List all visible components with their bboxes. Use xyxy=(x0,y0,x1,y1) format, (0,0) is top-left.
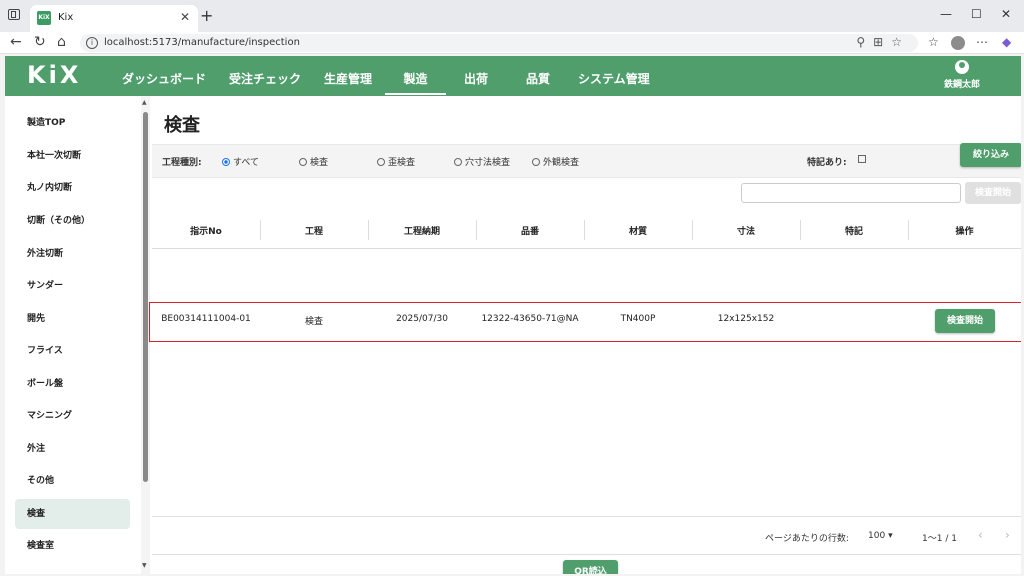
nav-shipping[interactable]: 出荷 xyxy=(464,70,488,87)
user-menu[interactable]: 鉄鋼太郎 xyxy=(937,60,987,90)
back-icon[interactable]: ← xyxy=(10,34,22,50)
nav-order-check[interactable]: 受注チェック xyxy=(229,70,301,87)
scroll-up-icon[interactable]: ▲ xyxy=(142,99,147,106)
url-field[interactable]: i localhost:5173/manufacture/inspection … xyxy=(80,34,918,52)
search-input[interactable] xyxy=(741,183,961,203)
sidebar-item-inspection-room[interactable]: 検査室 xyxy=(15,531,130,561)
filter-bar: 工程種別: すべて 検査 歪検査 穴寸法検査 外観検査 特記あり: xyxy=(152,144,1021,178)
prev-page-icon[interactable]: ‹ xyxy=(978,528,983,542)
nav-quality[interactable]: 品質 xyxy=(526,70,550,87)
radio-label: 検査 xyxy=(310,158,329,168)
app-logo[interactable]: KiX xyxy=(27,61,81,89)
col-header-size: 寸法 xyxy=(736,227,755,237)
process-type-label: 工程種別: xyxy=(162,158,202,168)
special-note-checkbox[interactable] xyxy=(858,155,866,163)
address-bar: ← ↻ ⌂ i localhost:5173/manufacture/inspe… xyxy=(0,32,1024,54)
main-content: 検査 工程種別: すべて 検査 歪検査 穴寸法検査 外観検査 特記あり: 絞り込… xyxy=(149,96,1021,574)
sidebar-item-drill[interactable]: ボール盤 xyxy=(15,369,130,399)
more-icon[interactable]: ⋯ xyxy=(976,35,988,49)
radio-appearance[interactable]: 外観検査 xyxy=(532,155,579,168)
maximize-icon[interactable]: ☐ xyxy=(971,7,982,21)
radio-distortion[interactable]: 歪検査 xyxy=(377,155,415,168)
user-name: 鉄鋼太郎 xyxy=(943,80,980,90)
col-header-note: 特記 xyxy=(844,227,863,237)
app-window: KiX ダッシュボード 受注チェック 生産管理 製造 出荷 品質 システム管理 … xyxy=(5,56,1021,574)
profile-avatar[interactable] xyxy=(951,36,965,50)
col-header-material: 材質 xyxy=(628,227,647,237)
sidebar: 製造TOP 本社一次切断 丸ノ内切断 切断（その他） 外注切断 サンダー 開先 … xyxy=(5,96,150,574)
pagination-range: 1〜1 / 1 xyxy=(922,534,957,544)
sidebar-item-inspection[interactable]: 検査 xyxy=(15,499,130,529)
table-footer-divider xyxy=(152,516,1021,517)
radio-inspection[interactable]: 検査 xyxy=(299,155,328,168)
tab-close-icon[interactable]: ✕ xyxy=(180,10,190,24)
radio-all[interactable]: すべて xyxy=(222,155,259,168)
scroll-down-icon[interactable]: ▼ xyxy=(142,562,147,569)
page-title: 検査 xyxy=(164,115,200,136)
nav-manufacture[interactable]: 製造 xyxy=(385,70,446,95)
window-menu-icon[interactable] xyxy=(8,9,20,20)
favicon-icon: KiX xyxy=(37,11,51,25)
next-page-icon[interactable]: › xyxy=(1005,528,1010,542)
radio-label: 外観検査 xyxy=(543,158,580,168)
sidebar-item-outsourced-cutting[interactable]: 外注切断 xyxy=(15,239,130,269)
sidebar-item-other[interactable]: その他 xyxy=(15,466,130,496)
copilot-icon[interactable]: ◆ xyxy=(1002,35,1011,49)
url-text: localhost:5173/manufacture/inspection xyxy=(104,37,300,48)
radio-label: すべて xyxy=(233,158,260,168)
col-header-part: 品番 xyxy=(520,227,539,237)
browser-titlebar: KiX Kix ✕ + — ☐ ✕ xyxy=(0,0,1024,32)
cell-size: 12x125x152 xyxy=(717,314,775,324)
start-inspection-disabled-button[interactable]: 検査開始 xyxy=(965,182,1021,204)
sidebar-item-marunouchi-cutting[interactable]: 丸ノ内切断 xyxy=(15,173,130,203)
qr-read-button[interactable]: QR読込 xyxy=(563,560,618,574)
cell-material: TN400P xyxy=(620,314,656,324)
cell-process: 検査 xyxy=(304,317,323,327)
sidebar-item-groove[interactable]: 開先 xyxy=(15,304,130,334)
tab-title: Kix xyxy=(58,12,74,23)
home-icon[interactable]: ⌂ xyxy=(57,34,66,50)
rows-per-page-select[interactable]: 100 ▾ xyxy=(868,531,893,541)
reload-icon[interactable]: ↻ xyxy=(34,34,46,50)
radio-hole-size[interactable]: 穴寸法検査 xyxy=(454,155,510,168)
browser-tab[interactable]: KiX Kix ✕ xyxy=(30,5,198,32)
nav-production[interactable]: 生産管理 xyxy=(324,70,372,87)
site-info-icon[interactable]: i xyxy=(86,37,98,49)
rows-per-page-label: ページあたりの行数: xyxy=(765,534,849,544)
bottom-divider xyxy=(152,554,1021,555)
header-divider xyxy=(152,248,1021,249)
favorites-icon[interactable]: ☆ xyxy=(928,35,939,49)
scrollbar-thumb[interactable] xyxy=(143,112,148,482)
cell-no: BE00314111004-01 xyxy=(161,314,251,324)
col-header-action: 操作 xyxy=(955,227,974,237)
sidebar-item-sander[interactable]: サンダー xyxy=(15,271,130,301)
radio-label: 歪検査 xyxy=(388,158,416,168)
special-note-label: 特記あり: xyxy=(807,158,847,168)
radio-label: 穴寸法検査 xyxy=(465,158,511,168)
account-icon xyxy=(955,60,969,74)
col-header-no: 指示No xyxy=(190,227,222,237)
cell-part: 12322-43650-71@NA xyxy=(481,314,579,324)
url-action-icons[interactable]: ⚲⊞☆ xyxy=(856,35,910,49)
sidebar-item-cutting-other[interactable]: 切断（その他） xyxy=(15,206,130,236)
col-header-process: 工程 xyxy=(304,227,323,237)
nav-system[interactable]: システム管理 xyxy=(578,70,650,87)
cell-due: 2025/07/30 xyxy=(396,314,448,324)
sidebar-item-hq-cutting[interactable]: 本社一次切断 xyxy=(15,141,130,171)
sidebar-item-outsource[interactable]: 外注 xyxy=(15,434,130,464)
new-tab-icon[interactable]: + xyxy=(200,6,213,25)
start-inspection-button[interactable]: 検査開始 xyxy=(935,309,995,333)
close-window-icon[interactable]: ✕ xyxy=(1001,7,1011,21)
app-header: KiX ダッシュボード 受注チェック 生産管理 製造 出荷 品質 システム管理 … xyxy=(5,56,1021,96)
col-header-due: 工程納期 xyxy=(403,227,440,237)
rows-per-page-value: 100 xyxy=(868,531,886,541)
minimize-icon[interactable]: — xyxy=(940,7,952,21)
filter-button[interactable]: 絞り込み xyxy=(960,143,1021,167)
nav-dashboard[interactable]: ダッシュボード xyxy=(122,70,206,87)
sidebar-item-milling[interactable]: フライス xyxy=(15,336,130,366)
sidebar-item-manufacture-top[interactable]: 製造TOP xyxy=(15,108,130,138)
sidebar-item-machining[interactable]: マシニング xyxy=(15,401,130,431)
dropdown-arrow-icon: ▾ xyxy=(888,531,893,541)
